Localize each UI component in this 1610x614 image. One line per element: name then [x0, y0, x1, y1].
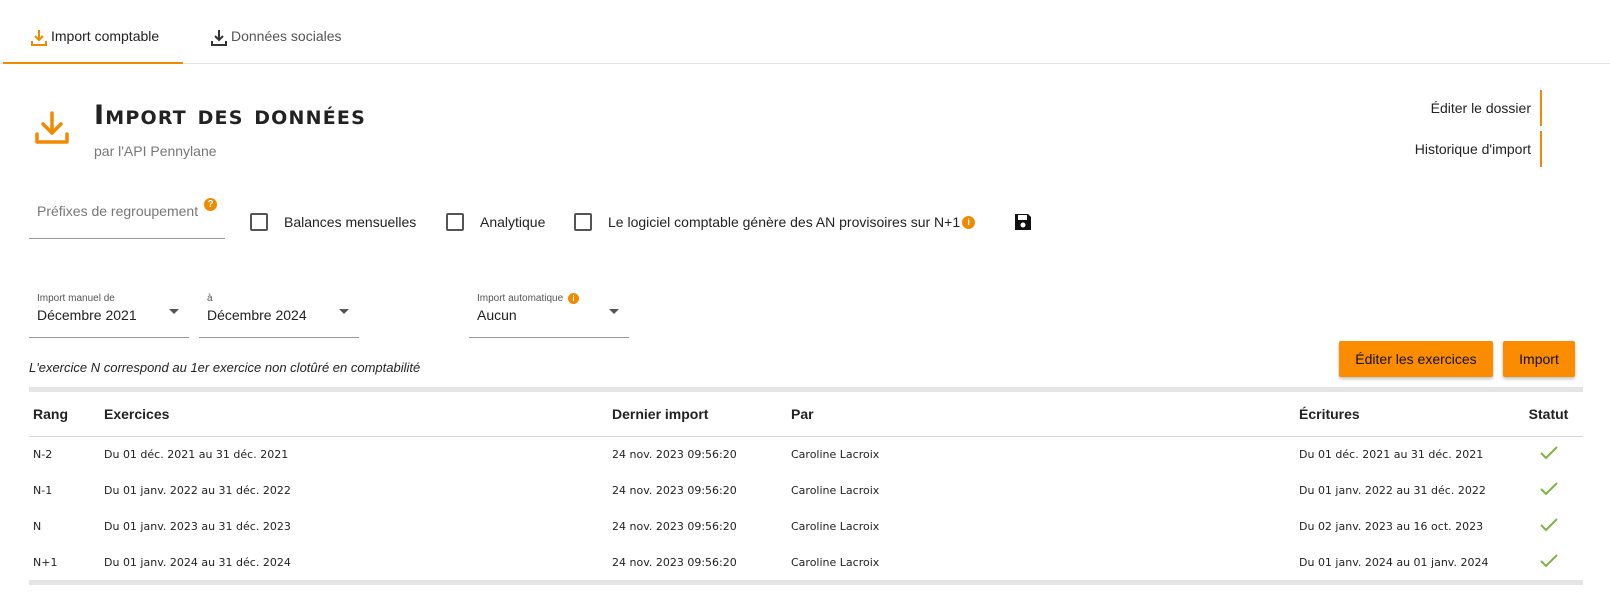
- select-label-text: Import automatique: [477, 293, 564, 304]
- page-subtitle: par l'API Pennylane: [94, 143, 217, 159]
- prefix-field: ?: [29, 194, 225, 239]
- cell-par: Caroline Lacroix: [791, 555, 880, 569]
- auto-import-select[interactable]: Import automatique i Aucun: [469, 285, 629, 338]
- cell-exercices: Du 01 janv. 2024 au 31 déc. 2024: [104, 555, 291, 569]
- select-label: Import manuel de: [37, 293, 115, 304]
- cell-statut: [1514, 544, 1583, 580]
- select-label: Import automatique i: [477, 293, 579, 304]
- cell-rang: N+1: [33, 555, 58, 569]
- select-value: Décembre 2024: [207, 307, 307, 323]
- cell-statut: [1514, 508, 1583, 544]
- cell-statut: [1514, 436, 1583, 472]
- checkbox-box[interactable]: [574, 213, 592, 231]
- import-history-link[interactable]: Historique d'import: [1415, 131, 1542, 167]
- cell-exercices: Du 01 déc. 2021 au 31 déc. 2021: [104, 447, 289, 461]
- cell-dernier-import: 24 nov. 2023 09:56:20: [612, 519, 737, 533]
- exercise-note: L'exercice N correspond au 1er exercice …: [29, 360, 421, 375]
- tab-label: Données sociales: [231, 28, 342, 44]
- cell-ecritures: Du 02 janv. 2023 au 16 oct. 2023: [1299, 519, 1484, 533]
- table-row: N-1 Du 01 janv. 2022 au 31 déc. 2022 24 …: [29, 472, 1583, 508]
- caret-down-icon: [339, 309, 349, 314]
- checkbox-label: Le logiciel comptable génère des AN prov…: [608, 214, 961, 230]
- check-icon: [1539, 446, 1558, 460]
- select-value: Aucun: [477, 307, 517, 323]
- tab-bar: Import comptable Données sociales: [0, 0, 1610, 64]
- cell-par: Caroline Lacroix: [791, 519, 880, 533]
- cell-exercices: Du 01 janv. 2022 au 31 déc. 2022: [104, 483, 291, 497]
- table-row: N Du 01 janv. 2023 au 31 déc. 2023 24 no…: [29, 508, 1583, 544]
- cell-rang: N: [33, 519, 42, 533]
- save-icon[interactable]: [1014, 213, 1032, 231]
- info-icon[interactable]: i: [962, 215, 976, 229]
- checkbox-box[interactable]: [250, 213, 268, 231]
- help-icon[interactable]: ?: [204, 198, 217, 211]
- checkbox-box[interactable]: [446, 213, 464, 231]
- cell-rang: N-1: [33, 483, 53, 497]
- monthly-balances-checkbox[interactable]: Balances mensuelles: [250, 213, 416, 231]
- column-header-dernier-import: Dernier import: [608, 392, 787, 437]
- cell-exercices: Du 01 janv. 2023 au 31 déc. 2023: [104, 519, 291, 533]
- cell-dernier-import: 24 nov. 2023 09:56:20: [612, 555, 737, 569]
- download-icon: [211, 30, 227, 46]
- cell-rang: N-2: [33, 447, 53, 461]
- import-to-select[interactable]: à Décembre 2024: [199, 285, 359, 338]
- cell-ecritures: Du 01 déc. 2021 au 31 déc. 2021: [1299, 447, 1484, 461]
- analytics-checkbox[interactable]: Analytique: [446, 213, 545, 231]
- cell-ecritures: Du 01 janv. 2022 au 31 déc. 2022: [1299, 483, 1486, 497]
- page-title: Import des données: [94, 100, 366, 131]
- check-icon: [1539, 517, 1558, 531]
- provisional-an-checkbox[interactable]: Le logiciel comptable génère des AN prov…: [574, 213, 976, 231]
- cell-par: Caroline Lacroix: [791, 447, 880, 461]
- column-header-par: Par: [787, 392, 1295, 437]
- check-icon: [1539, 553, 1558, 567]
- caret-down-icon: [169, 309, 179, 314]
- tab-label: Import comptable: [51, 28, 160, 44]
- tab-donnees-sociales[interactable]: Données sociales: [210, 28, 342, 64]
- cell-statut: [1514, 472, 1583, 508]
- info-icon[interactable]: i: [567, 293, 579, 304]
- table-row: N-2 Du 01 déc. 2021 au 31 déc. 2021 24 n…: [29, 436, 1583, 472]
- download-icon: [35, 111, 69, 144]
- side-actions: Éditer le dossier Historique d'import: [1415, 90, 1542, 172]
- prefix-input[interactable]: [29, 194, 225, 228]
- column-header-ecritures: Écritures: [1295, 392, 1514, 437]
- select-value: Décembre 2021: [37, 307, 137, 323]
- import-button[interactable]: Import: [1503, 341, 1575, 377]
- edit-folder-link[interactable]: Éditer le dossier: [1415, 90, 1542, 126]
- edit-exercises-button[interactable]: Éditer les exercices: [1339, 341, 1493, 377]
- cell-dernier-import: 24 nov. 2023 09:56:20: [612, 447, 737, 461]
- table-header-row: Rang Exercices Dernier import Par Écritu…: [29, 392, 1583, 437]
- column-header-statut: Statut: [1514, 392, 1583, 437]
- cell-ecritures: Du 01 janv. 2024 au 01 janv. 2024: [1299, 555, 1489, 569]
- exercises-table: Rang Exercices Dernier import Par Écritu…: [29, 387, 1583, 585]
- cell-par: Caroline Lacroix: [791, 483, 880, 497]
- checkbox-label: Balances mensuelles: [284, 214, 417, 230]
- select-label: à: [207, 293, 213, 304]
- download-icon: [31, 30, 47, 46]
- column-header-exercices: Exercices: [100, 392, 608, 437]
- caret-down-icon: [609, 309, 619, 314]
- checkbox-label: Analytique: [480, 214, 546, 230]
- check-icon: [1539, 481, 1558, 495]
- table-row: N+1 Du 01 janv. 2024 au 31 déc. 2024 24 …: [29, 544, 1583, 580]
- column-header-rang: Rang: [29, 392, 100, 437]
- tab-import-comptable[interactable]: Import comptable: [3, 28, 183, 64]
- cell-dernier-import: 24 nov. 2023 09:56:20: [612, 483, 737, 497]
- import-from-select[interactable]: Import manuel de Décembre 2021: [29, 285, 189, 338]
